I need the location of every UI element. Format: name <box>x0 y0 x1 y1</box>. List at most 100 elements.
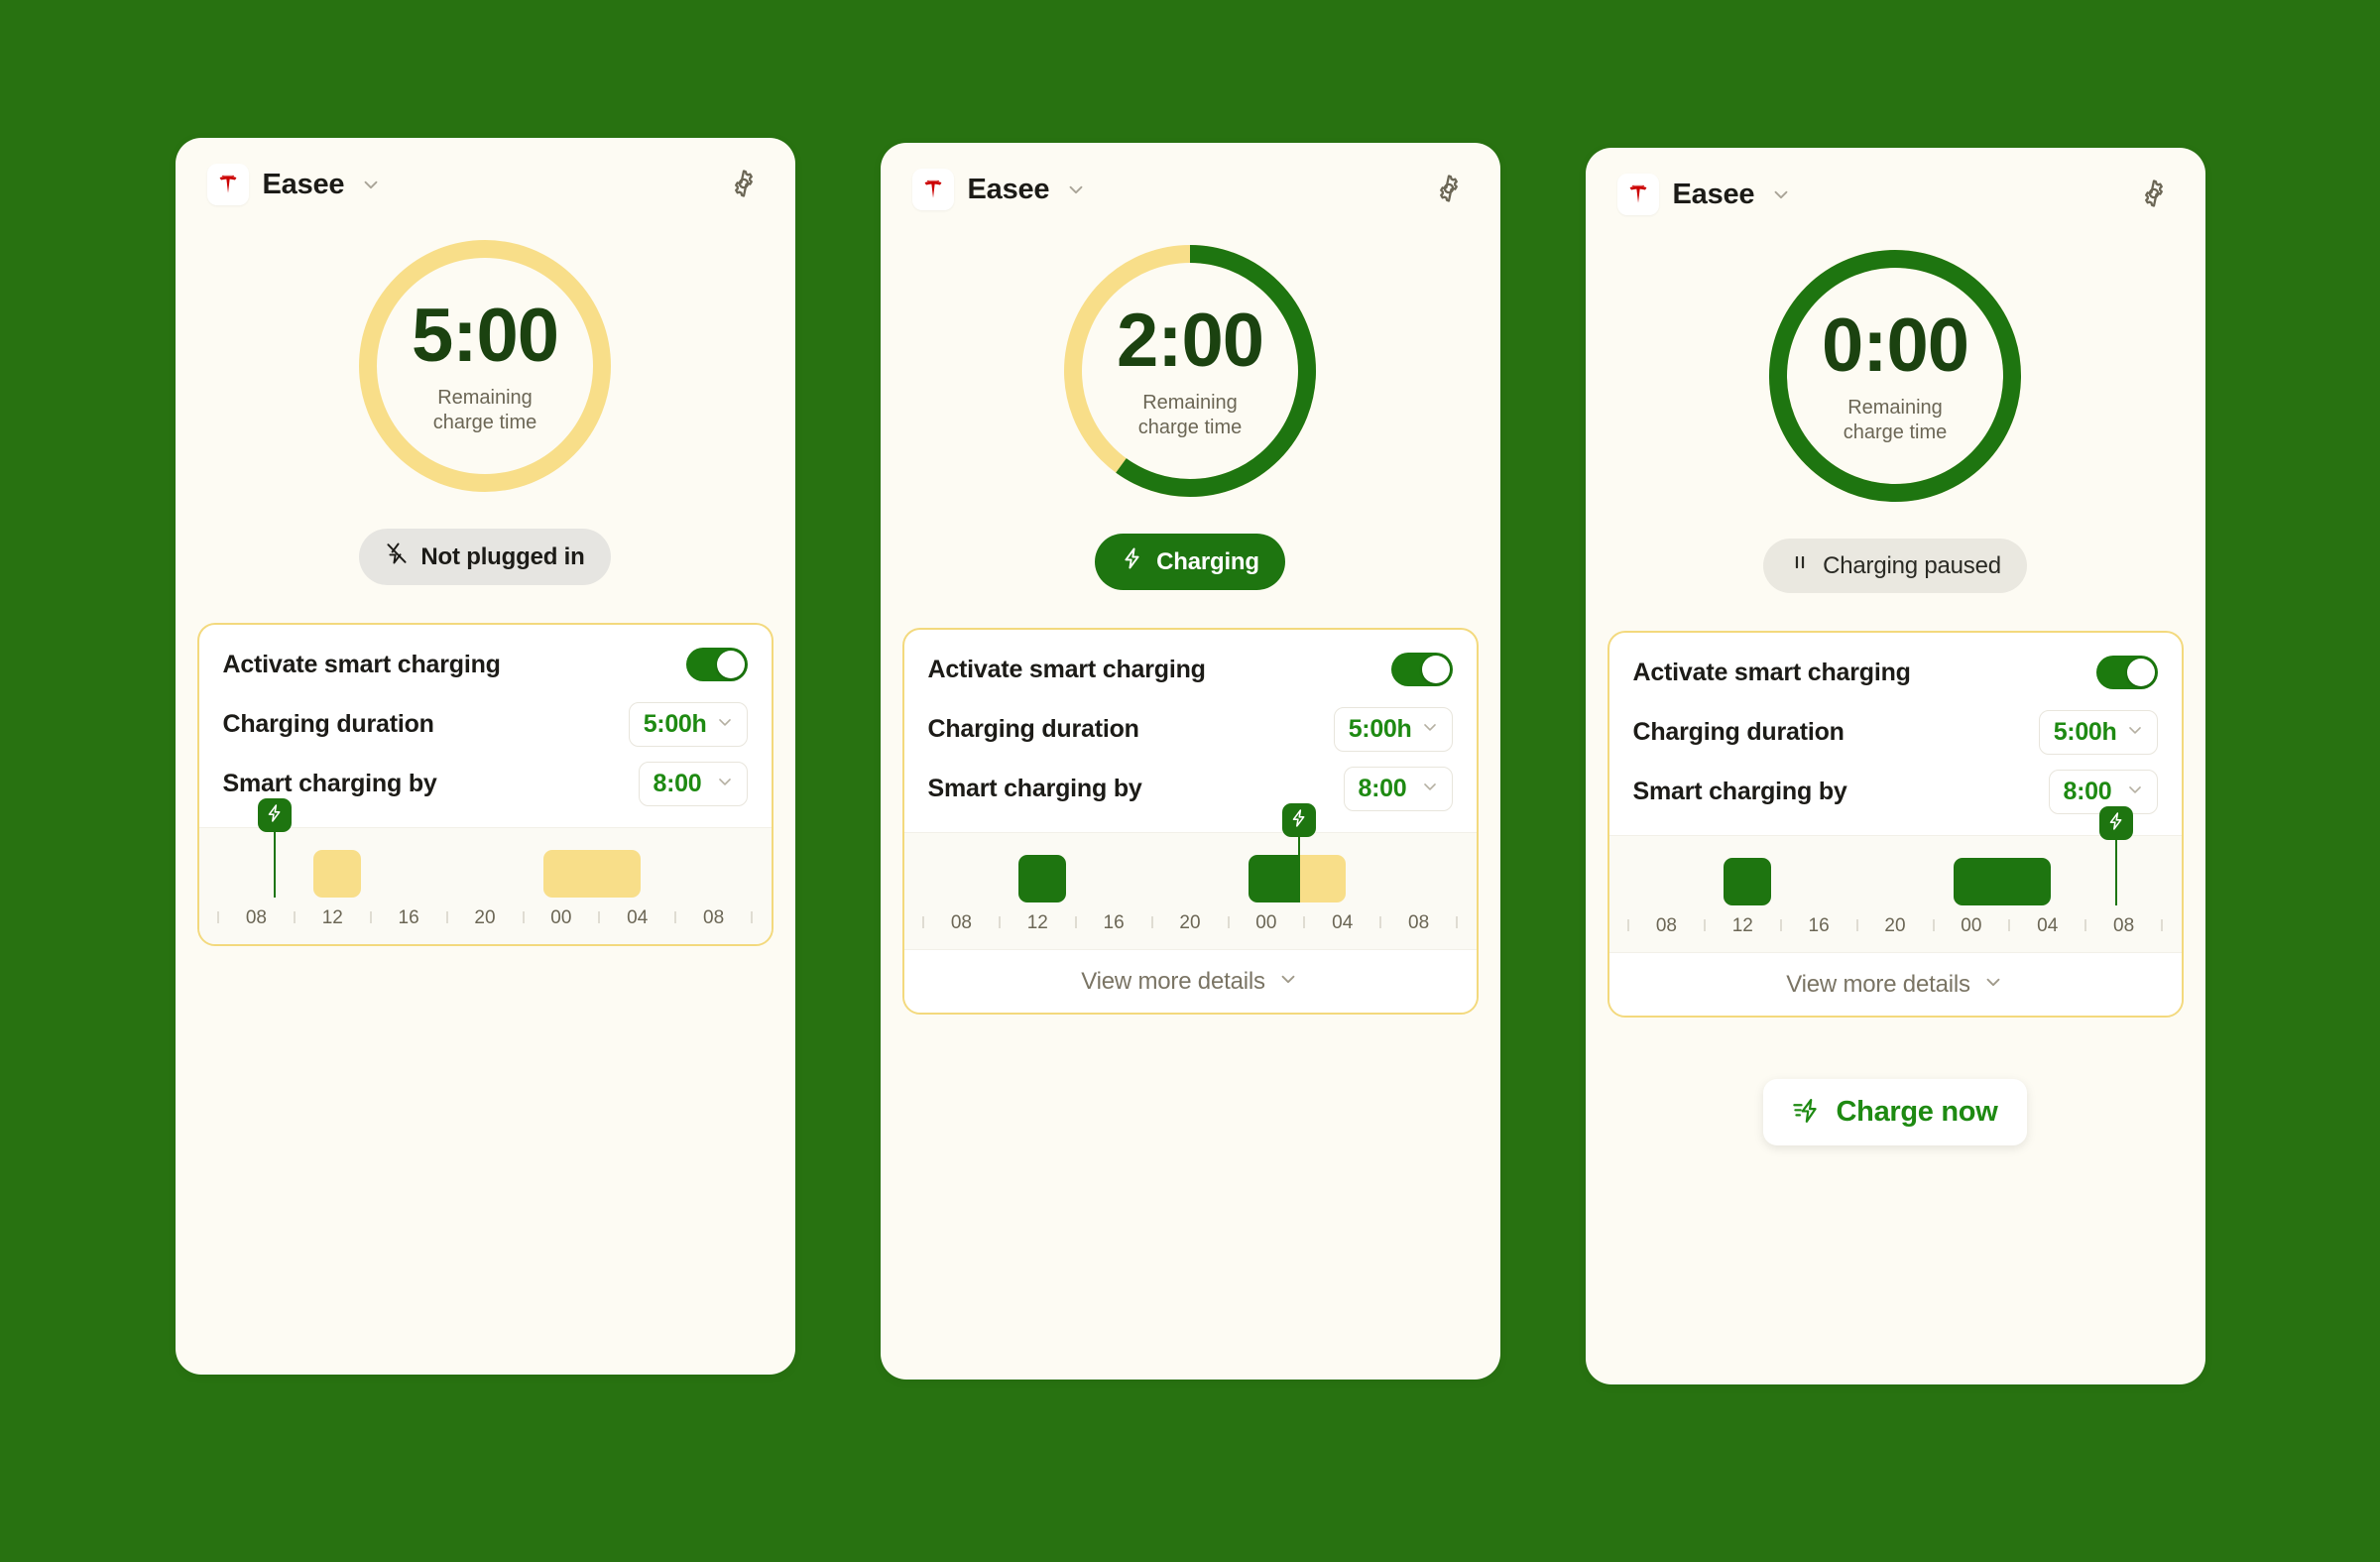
chevron-down-icon <box>1770 183 1792 205</box>
view-more-details-button[interactable]: View more details <box>903 949 1477 1013</box>
now-marker <box>1282 803 1317 902</box>
charging-duration-value: 5:00h <box>2053 717 2117 746</box>
chart-x-axis: 08 12 16 20 00 04 08 <box>916 910 1465 944</box>
status-row: Charging paused <box>1586 539 2205 593</box>
charging-duration-row: Charging duration 5:00h <box>1633 702 2158 762</box>
axis-minor-tick <box>294 911 297 923</box>
schedule-bar <box>542 850 642 898</box>
brand-selector[interactable]: Easee <box>206 164 383 205</box>
axis-minor-tick <box>922 916 925 928</box>
brand-name: Easee <box>262 168 345 200</box>
tesla-logo-icon <box>206 164 249 205</box>
smart-charging-by-value: 8:00 <box>2063 777 2112 805</box>
charge-now-button[interactable]: Charge now <box>1762 1079 2028 1145</box>
caption-line-2: charge time <box>1843 421 1948 444</box>
smart-charging-by-select[interactable]: 8:00 <box>638 761 748 806</box>
view-more-details-button[interactable]: View more details <box>1608 952 2182 1016</box>
status-label: Charging <box>1156 547 1259 575</box>
axis-minor-tick <box>673 911 676 923</box>
plug-disconnected-icon <box>385 541 409 572</box>
smart-charging-by-value: 8:00 <box>1358 774 1407 802</box>
brand-selector[interactable]: Easee <box>911 169 1088 210</box>
charging-duration-label: Charging duration <box>222 709 434 738</box>
brand-selector[interactable]: Easee <box>1616 174 1793 215</box>
axis-tick-label: 20 <box>1179 912 1201 933</box>
chevron-down-icon <box>1065 179 1087 200</box>
axis-minor-tick <box>445 911 448 923</box>
chart-x-axis: 08 12 16 20 00 04 08 <box>1621 913 2170 947</box>
charging-duration-label: Charging duration <box>1632 717 1844 746</box>
smart-charging-toggle-row: Activate smart charging <box>223 635 748 694</box>
screen: Easee 5:00 Remaining charge time Not plugged… <box>0 0 2380 1562</box>
remaining-time-donut: 2:00 Remaining charge time <box>1055 236 1325 506</box>
card-header: Easee <box>1586 148 2205 219</box>
schedule-bar-segment <box>1248 855 1298 902</box>
axis-minor-tick <box>1779 919 1782 931</box>
chart-x-axis: 08 12 16 20 00 04 08 <box>211 905 760 939</box>
axis-tick-label: 00 <box>1255 912 1277 933</box>
status-badge: Not plugged in <box>359 529 611 585</box>
brand-name: Easee <box>1672 178 1755 210</box>
axis-tick-label: 04 <box>1332 912 1354 933</box>
view-more-details-label: View more details <box>1081 967 1265 995</box>
caption-line-1: Remaining <box>437 387 533 410</box>
donut-center: 2:00 Remaining charge time <box>1055 236 1325 506</box>
charging-duration-value: 5:00h <box>643 709 707 738</box>
smart-charging-toggle-label: Activate smart charging <box>1632 658 1911 686</box>
caption-line-2: charge time <box>432 412 537 434</box>
gear-icon <box>1433 173 1465 207</box>
charging-duration-select[interactable]: 5:00h <box>2038 709 2158 755</box>
remaining-time-donut: 5:00 Remaining charge time <box>350 231 620 501</box>
smart-charging-panel: Activate smart charging Charging duration… <box>901 628 1479 1015</box>
brand-name: Easee <box>967 173 1050 205</box>
axis-minor-tick <box>1150 916 1153 928</box>
status-label: Charging paused <box>1823 551 2001 579</box>
marker-bolt-pin <box>257 798 292 832</box>
card-header: Easee <box>881 143 1500 214</box>
caption-line-1: Remaining <box>1847 397 1943 420</box>
settings-button[interactable] <box>2134 175 2174 214</box>
smart-charging-toggle-label: Activate smart charging <box>222 650 501 678</box>
chevron-down-icon <box>715 712 735 737</box>
axis-tick-label: 08 <box>703 907 725 928</box>
chevron-down-icon <box>1420 717 1440 742</box>
view-more-details-label: View more details <box>1786 970 1970 998</box>
axis-tick-label: 04 <box>2037 915 2059 936</box>
chevron-down-icon <box>1420 777 1440 801</box>
chart-plot-area <box>221 798 750 905</box>
marker-bolt-pin <box>2099 806 2134 840</box>
charging-duration-select[interactable]: 5:00h <box>1333 706 1453 752</box>
schedule-bar <box>1017 855 1066 902</box>
axis-minor-tick <box>750 911 753 923</box>
axis-minor-tick <box>1378 916 1381 928</box>
schedule-bar <box>1953 858 2052 905</box>
bolt-icon <box>1121 546 1144 577</box>
remaining-time-donut: 0:00 Remaining charge time <box>1760 241 2030 511</box>
axis-tick-label: 08 <box>950 912 972 933</box>
donut-wrap: 0:00 Remaining charge time <box>1586 219 2205 511</box>
axis-tick-label: 16 <box>1808 915 1830 936</box>
smart-charging-panel: Activate smart charging Charging duration… <box>196 623 774 946</box>
axis-tick-label: 04 <box>627 907 649 928</box>
schedule-bar-segment <box>542 850 642 898</box>
schedule-bar <box>1723 858 1771 905</box>
charging-duration-select[interactable]: 5:00h <box>628 701 748 747</box>
smart-charging-toggle[interactable] <box>2095 656 2158 689</box>
settings-button[interactable] <box>724 165 764 204</box>
schedule-bar <box>312 850 361 898</box>
smart-charging-toggle[interactable] <box>685 648 748 681</box>
axis-minor-tick <box>1627 919 1630 931</box>
axis-minor-tick <box>598 911 601 923</box>
axis-minor-tick <box>1932 919 1935 931</box>
axis-tick-label: 08 <box>2113 915 2135 936</box>
axis-tick-label: 20 <box>474 907 496 928</box>
axis-tick-label: 00 <box>1961 915 1982 936</box>
settings-button[interactable] <box>1429 170 1469 209</box>
axis-tick-label: 08 <box>1655 915 1677 936</box>
pause-icon <box>1789 551 1811 580</box>
axis-tick-label: 08 <box>245 907 267 928</box>
smart-charging-toggle[interactable] <box>1390 653 1453 686</box>
axis-minor-tick <box>2008 919 2011 931</box>
axis-tick-label: 16 <box>398 907 419 928</box>
smart-charging-by-select[interactable]: 8:00 <box>1343 766 1453 811</box>
